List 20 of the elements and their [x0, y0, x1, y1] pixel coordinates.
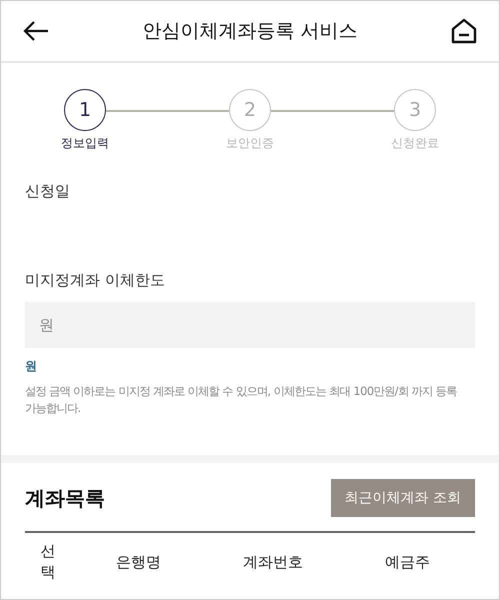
- column-header: 예금주: [385, 552, 430, 572]
- step-indicator: 3: [394, 89, 436, 131]
- field-label: 미지정계좌 이체한도: [25, 271, 166, 290]
- unit-note: 원: [25, 358, 38, 375]
- column-header: 선택: [40, 541, 56, 584]
- step-indicator: 2: [229, 89, 271, 131]
- column-header: 계좌번호: [242, 552, 303, 572]
- help-text: 설정 금액 이하로는 미지정 계좌로 이체할 수 있으며, 이체한도는 최대 100만원/회 까지 등록 가능합니다.: [25, 383, 458, 418]
- page-title: 안심이체계좌등록 서비스: [142, 19, 358, 44]
- step-label: 신청완료: [391, 135, 439, 152]
- step-indicator: 1: [64, 89, 106, 131]
- step-label: 정보입력: [61, 135, 109, 152]
- section-title: 계좌목록: [25, 484, 105, 512]
- input-field[interactable]: 원: [25, 302, 475, 348]
- back-arrow-icon: [23, 20, 49, 42]
- column-header: 은행명: [116, 552, 161, 572]
- field-label: 신청일: [25, 182, 71, 201]
- recent-accounts-button[interactable]: 최근이체계좌 조회: [330, 479, 475, 518]
- home-icon: [450, 18, 477, 44]
- step-label: 보안인증: [226, 135, 274, 152]
